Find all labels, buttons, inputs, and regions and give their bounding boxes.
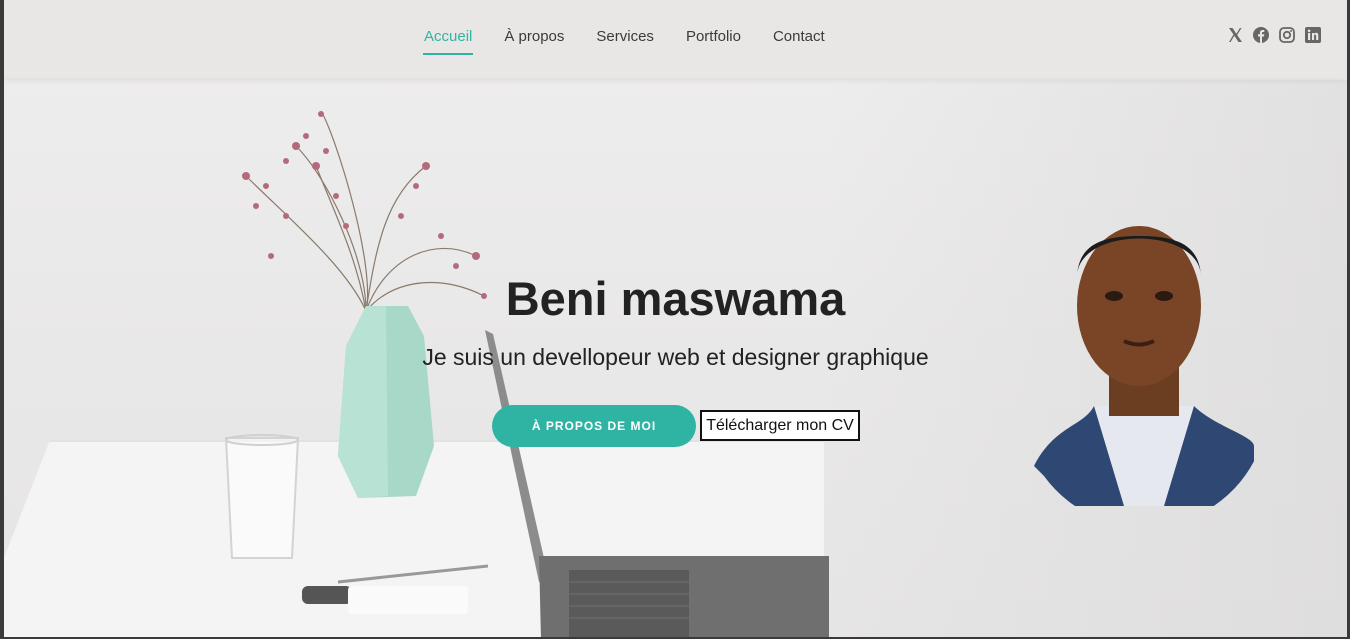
browser-viewport: Accueil À propos Services Portfolio Cont… — [4, 0, 1347, 637]
hero-name: Beni maswama — [505, 272, 846, 325]
x-icon[interactable] — [1227, 27, 1243, 43]
instagram-icon[interactable] — [1279, 27, 1295, 43]
facebook-icon[interactable] — [1253, 27, 1269, 43]
main-menu: Accueil À propos Services Portfolio Cont… — [422, 27, 857, 55]
marker-image — [302, 564, 489, 614]
nav-item-portfolio[interactable]: Portfolio — [686, 27, 741, 47]
nav-item-contact[interactable]: Contact — [773, 27, 825, 47]
hero-tagline: Je suis un devellopeur web et designer g… — [422, 344, 929, 370]
linkedin-icon[interactable] — [1305, 27, 1321, 43]
nav-item-accueil[interactable]: Accueil — [422, 27, 474, 55]
download-cv-button[interactable]: Télécharger mon CV — [700, 410, 860, 441]
social-links — [1227, 27, 1321, 43]
glass-image — [224, 434, 300, 559]
about-me-button[interactable]: À PROPOS DE MOI — [492, 405, 696, 447]
nav-item-services[interactable]: Services — [596, 27, 654, 47]
laptop-image — [485, 330, 829, 637]
top-navbar: Accueil À propos Services Portfolio Cont… — [4, 0, 1347, 78]
nav-item-a-propos[interactable]: À propos — [504, 27, 564, 47]
vase-image — [338, 306, 434, 498]
